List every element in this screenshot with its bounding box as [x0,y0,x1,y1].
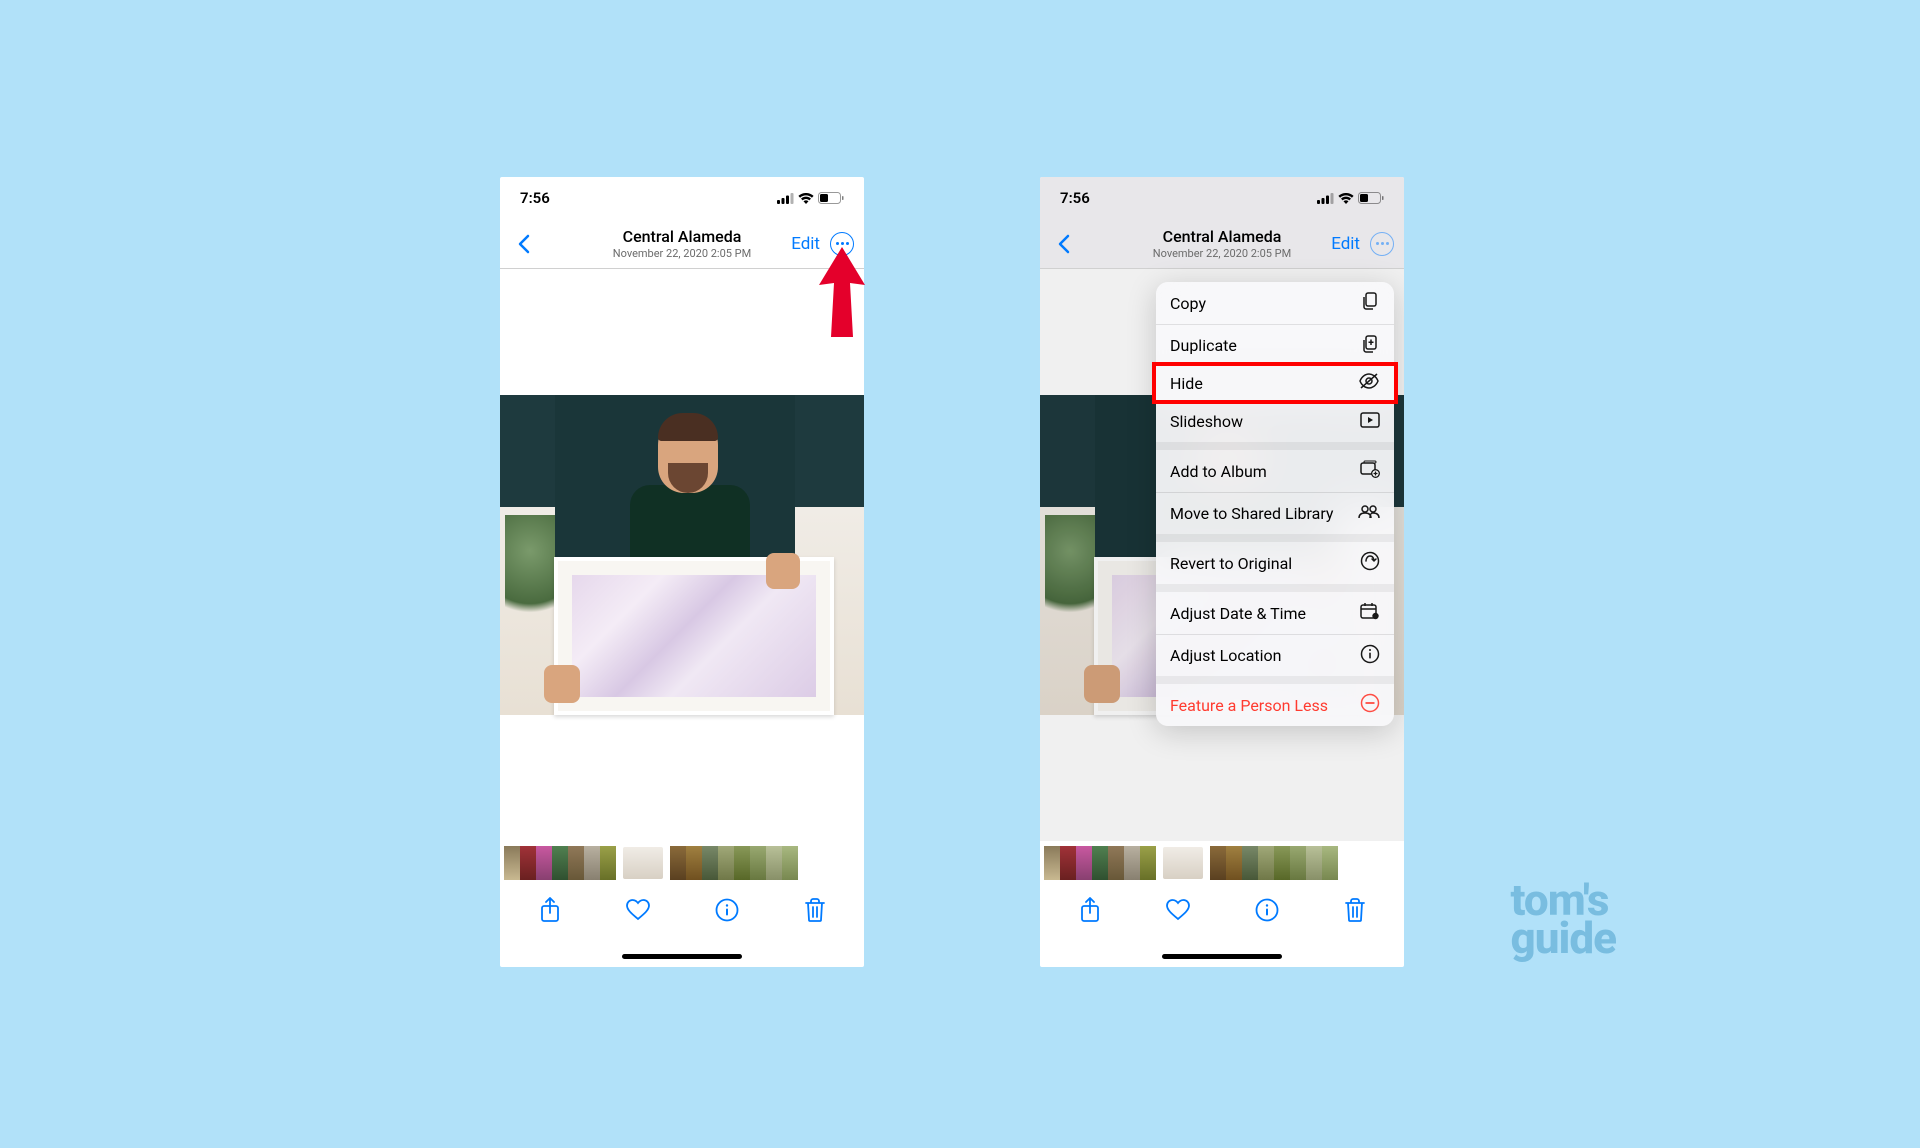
slideshow-icon [1360,412,1380,432]
ellipsis-icon [836,242,849,245]
bottom-toolbar [500,885,864,935]
favorite-button[interactable] [1166,899,1190,921]
delete-button[interactable] [804,898,826,922]
status-time: 7:56 [520,189,550,207]
nav-title: Central Alameda [613,227,751,246]
nav-title-group: Central Alameda November 22, 2020 2:05 P… [613,227,751,260]
bottom-toolbar [1040,885,1404,935]
menu-label: Add to Album [1170,462,1267,481]
watermark-logo: tom's guide [1511,882,1616,957]
revert-icon [1360,551,1380,575]
duplicate-icon [1360,334,1380,358]
status-indicators [1317,192,1384,204]
photo-content [500,395,864,715]
nav-title-group: Central Alameda November 22, 2020 2:05 P… [1153,227,1291,260]
info-button[interactable] [715,898,739,922]
wifi-icon [1338,193,1354,204]
menu-label: Hide [1170,374,1203,393]
status-bar: 7:56 [1040,177,1404,219]
info-button[interactable] [1255,898,1279,922]
home-indicator [1162,954,1282,959]
menu-move-shared[interactable]: Move to Shared Library [1156,492,1394,534]
menu-hide[interactable]: Hide [1152,362,1398,404]
menu-revert[interactable]: Revert to Original [1156,542,1394,584]
back-button[interactable] [510,234,538,254]
back-button[interactable] [1050,234,1078,254]
delete-button[interactable] [1344,898,1366,922]
nav-subtitle: November 22, 2020 2:05 PM [1153,247,1291,260]
menu-label: Revert to Original [1170,554,1292,573]
wifi-icon [798,193,814,204]
status-indicators [777,192,844,204]
edit-button[interactable]: Edit [791,234,820,254]
ellipsis-icon [1376,242,1389,245]
menu-separator [1156,534,1394,542]
shared-library-icon [1358,504,1380,523]
menu-separator [1156,584,1394,592]
battery-icon [818,192,844,204]
cellular-icon [777,193,794,204]
nav-subtitle: November 22, 2020 2:05 PM [613,247,751,260]
favorite-button[interactable] [626,899,650,921]
menu-label: Adjust Date & Time [1170,604,1306,623]
current-thumbnail [622,846,664,880]
menu-adjust-location[interactable]: Adjust Location [1156,634,1394,676]
menu-feature-less[interactable]: Feature a Person Less [1156,684,1394,726]
status-time: 7:56 [1060,189,1090,207]
menu-label: Slideshow [1170,412,1243,431]
battery-icon [1358,192,1384,204]
menu-separator [1156,442,1394,450]
copy-icon [1360,291,1380,315]
minus-circle-icon [1360,693,1380,717]
current-thumbnail [1162,846,1204,880]
hide-icon [1358,373,1380,393]
menu-separator [1156,676,1394,684]
menu-label: Move to Shared Library [1170,504,1333,523]
context-menu: Copy Duplicate Hide Slideshow Add to Alb… [1156,282,1394,726]
menu-label: Copy [1170,294,1206,313]
thumbnail-strip[interactable] [1040,841,1404,885]
more-button[interactable] [830,232,854,256]
calendar-icon [1360,602,1380,624]
info-icon [1360,644,1380,668]
menu-label: Feature a Person Less [1170,696,1328,715]
status-bar: 7:56 [500,177,864,219]
nav-bar: Central Alameda November 22, 2020 2:05 P… [500,219,864,269]
edit-button[interactable]: Edit [1331,234,1360,254]
add-album-icon [1360,460,1380,482]
more-button[interactable] [1370,232,1394,256]
nav-bar: Central Alameda November 22, 2020 2:05 P… [1040,219,1404,269]
menu-adjust-datetime[interactable]: Adjust Date & Time [1156,592,1394,634]
menu-add-album[interactable]: Add to Album [1156,450,1394,492]
menu-label: Adjust Location [1170,646,1281,665]
home-indicator [622,954,742,959]
share-button[interactable] [1079,897,1101,923]
screenshot-step-1: 7:56 Central Alameda November 22, 2020 2… [500,177,864,967]
photo-viewer[interactable] [500,269,864,841]
cellular-icon [1317,193,1334,204]
menu-duplicate[interactable]: Duplicate [1156,324,1394,366]
thumbnail-strip[interactable] [500,841,864,885]
menu-slideshow[interactable]: Slideshow [1156,400,1394,442]
menu-label: Duplicate [1170,336,1237,355]
share-button[interactable] [539,897,561,923]
menu-copy[interactable]: Copy [1156,282,1394,324]
nav-title: Central Alameda [1153,227,1291,246]
screenshot-step-2: 7:56 Central Alameda November 22, 2020 2… [1040,177,1404,967]
